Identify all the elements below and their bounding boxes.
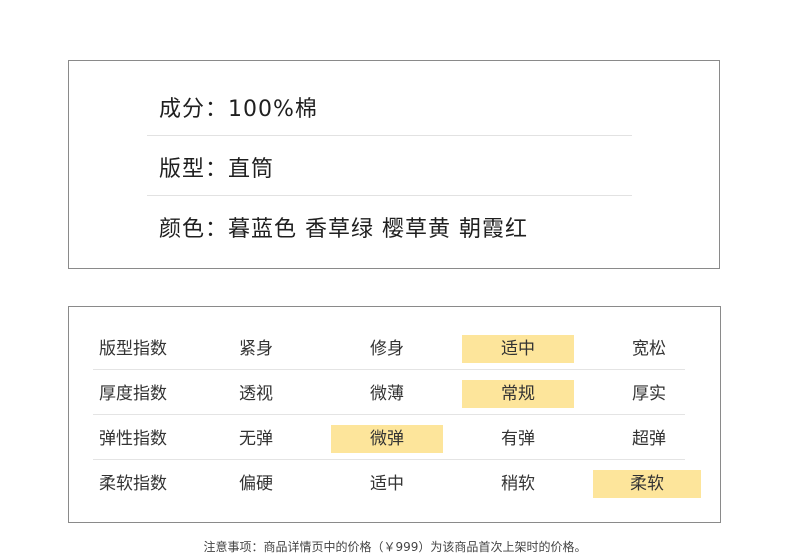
index-label-elasticity: 弹性指数 — [99, 429, 167, 449]
index-option: 微薄 — [370, 384, 404, 404]
index-option: 超弹 — [632, 429, 666, 449]
index-option: 有弹 — [501, 429, 535, 449]
divider — [147, 135, 632, 136]
index-option: 无弹 — [239, 429, 273, 449]
fabric-index-table: 版型指数 紧身 修身 适中 宽松 厚度指数 透视 微薄 常规 厚实 弹性指数 无… — [68, 306, 721, 523]
index-label-softness: 柔软指数 — [99, 474, 167, 494]
composition-text: 成分：100%棉 — [159, 97, 318, 122]
index-option: 紧身 — [239, 339, 273, 359]
divider — [147, 195, 632, 196]
colors-text: 颜色：暮蓝色 香草绿 樱草黄 朝霞红 — [159, 217, 528, 242]
row-divider — [93, 459, 685, 460]
row-divider — [93, 369, 685, 370]
index-option: 适中 — [370, 474, 404, 494]
product-spec-box: 成分：100%棉 版型：直筒 颜色：暮蓝色 香草绿 樱草黄 朝霞红 — [68, 60, 720, 269]
index-option: 透视 — [239, 384, 273, 404]
index-option: 修身 — [370, 339, 404, 359]
row-divider — [93, 414, 685, 415]
index-option: 偏硬 — [239, 474, 273, 494]
index-option-selected: 常规 — [462, 380, 574, 408]
price-note: 注意事项：商品详情页中的价格（￥999）为该商品首次上架时的价格。 — [203, 540, 587, 554]
index-label-thickness: 厚度指数 — [99, 384, 167, 404]
index-option: 稍软 — [501, 474, 535, 494]
index-option-selected: 柔软 — [593, 470, 701, 498]
index-label-fit: 版型指数 — [99, 339, 167, 359]
fit-text: 版型：直筒 — [159, 157, 275, 182]
index-option-selected: 微弹 — [331, 425, 443, 453]
index-option: 厚实 — [632, 384, 666, 404]
index-option-selected: 适中 — [462, 335, 574, 363]
index-option: 宽松 — [632, 339, 666, 359]
